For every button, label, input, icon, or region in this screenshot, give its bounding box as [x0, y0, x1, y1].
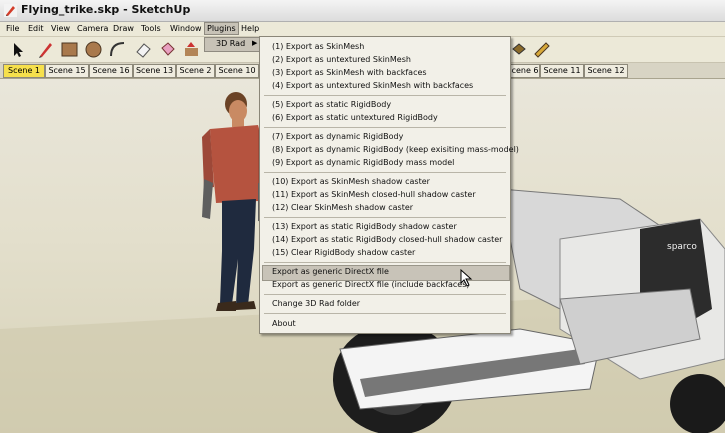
menu-item-export-skinmesh-shadow[interactable]: (10) Export as SkinMesh shadow caster: [272, 177, 430, 186]
menu-separator: [264, 313, 506, 314]
menu-separator: [264, 217, 506, 218]
title-bar: Flying_trike.skp - SketchUp: [0, 0, 725, 22]
arc-icon[interactable]: [108, 40, 127, 59]
menu-item-export-static-rigidbody[interactable]: (5) Export as static RigidBody: [272, 100, 391, 109]
menu-item-clear-skinmesh-shadow[interactable]: (12) Clear SkinMesh shadow caster: [272, 203, 413, 212]
submenu-arrow-icon: ▶: [252, 39, 258, 47]
menu-item-export-directx-backfaces[interactable]: Export as generic DirectX file (include …: [272, 280, 469, 289]
eraser-icon[interactable]: [134, 40, 153, 59]
menu-item-export-static-rigidbody-closed-hull-shadow[interactable]: (14) Export as static RigidBody closed-h…: [272, 235, 502, 244]
seat-brand-label: sparco: [667, 242, 697, 252]
mouse-cursor-icon: [460, 269, 473, 287]
tab-scene-1[interactable]: Scene 1: [3, 64, 45, 78]
menu-item-export-static-untextured-rigidbody[interactable]: (6) Export as static untextured RigidBod…: [272, 113, 438, 122]
menu-edit[interactable]: Edit: [28, 24, 44, 33]
menu-window[interactable]: Window: [170, 24, 202, 33]
menu-draw[interactable]: Draw: [113, 24, 134, 33]
menu-file[interactable]: File: [6, 24, 19, 33]
circle-icon[interactable]: [84, 40, 103, 59]
menu-item-export-skinmesh-backfaces[interactable]: (3) Export as SkinMesh with backfaces: [272, 68, 427, 77]
menu-item-export-untextured-skinmesh[interactable]: (2) Export as untextured SkinMesh: [272, 55, 411, 64]
menu-tools[interactable]: Tools: [141, 24, 161, 33]
tab-scene-16[interactable]: Scene 16: [89, 64, 133, 78]
menu-separator: [264, 262, 506, 263]
tab-scene-2[interactable]: Scene 2: [176, 64, 215, 78]
menu-camera[interactable]: Camera: [77, 24, 108, 33]
plugins-3drad-item[interactable]: 3D Rad ▶: [204, 37, 261, 52]
menu-item-export-skinmesh-closed-hull-shadow[interactable]: (11) Export as SkinMesh closed-hull shad…: [272, 190, 476, 199]
menu-item-about[interactable]: About: [272, 319, 296, 328]
tape-measure-icon[interactable]: [532, 40, 551, 59]
menu-separator: [264, 172, 506, 173]
menu-separator: [264, 294, 506, 295]
select-arrow-icon[interactable]: [8, 40, 27, 59]
menu-plugins[interactable]: Plugins: [204, 22, 239, 35]
paint-bucket-icon[interactable]: [158, 40, 177, 59]
component-icon[interactable]: [510, 40, 529, 59]
push-pull-icon[interactable]: [182, 40, 201, 59]
pencil-icon[interactable]: [36, 40, 55, 59]
tab-scene-15[interactable]: Scene 15: [45, 64, 89, 78]
menu-separator: [264, 127, 506, 128]
menu-item-export-untextured-skinmesh-backfaces[interactable]: (4) Export as untextured SkinMesh with b…: [272, 81, 473, 90]
menu-item-export-dynamic-rigidbody-mass-model[interactable]: (9) Export as dynamic RigidBody mass mod…: [272, 158, 454, 167]
tab-scene-10[interactable]: Scene 10: [215, 64, 259, 78]
menu-item-export-skinmesh[interactable]: (1) Export as SkinMesh: [272, 42, 364, 51]
tab-scene-11[interactable]: Scene 11: [540, 64, 584, 78]
window-title: Flying_trike.skp - SketchUp: [21, 3, 191, 16]
menu-view[interactable]: View: [51, 24, 70, 33]
menu-bar: File Edit View Camera Draw Tools Window …: [0, 22, 725, 36]
menu-item-export-directx[interactable]: Export as generic DirectX file: [272, 267, 389, 276]
menu-item-change-3drad-folder[interactable]: Change 3D Rad folder: [272, 299, 360, 308]
menu-item-clear-rigidbody-shadow[interactable]: (15) Clear RigidBody shadow caster: [272, 248, 415, 257]
plugins-3drad-label: 3D Rad: [216, 39, 246, 48]
rectangle-icon[interactable]: [60, 40, 79, 59]
3drad-export-menu: (1) Export as SkinMesh (2) Export as unt…: [259, 36, 519, 334]
tab-scene-13[interactable]: Scene 13: [133, 64, 176, 78]
menu-item-export-dynamic-rigidbody[interactable]: (7) Export as dynamic RigidBody: [272, 132, 403, 141]
tab-scene-12[interactable]: Scene 12: [584, 64, 628, 78]
sketchup-app-icon: [4, 4, 17, 17]
menu-item-export-dynamic-rigidbody-keep-mass[interactable]: (8) Export as dynamic RigidBody (keep ex…: [272, 145, 519, 154]
menu-item-export-static-rigidbody-shadow[interactable]: (13) Export as static RigidBody shadow c…: [272, 222, 457, 231]
menu-help[interactable]: Help: [241, 24, 259, 33]
menu-separator: [264, 95, 506, 96]
